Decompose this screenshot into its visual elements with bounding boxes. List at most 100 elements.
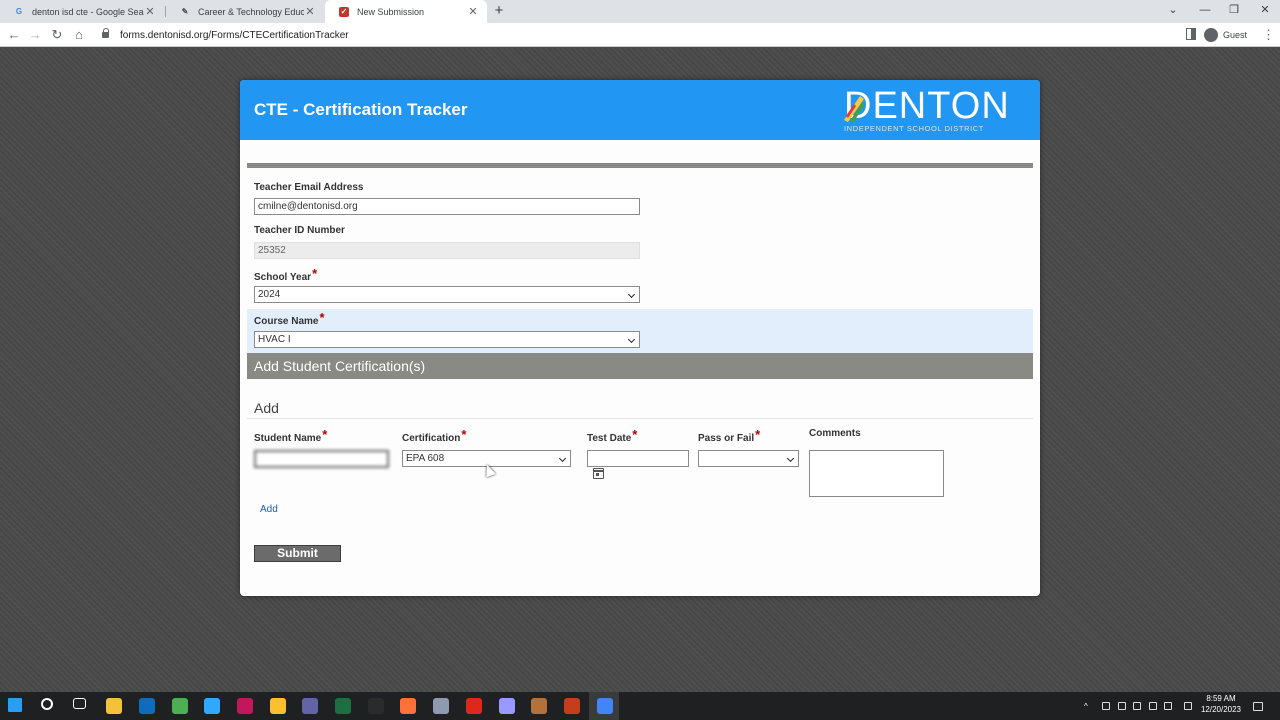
tab-new-submission[interactable]: ✓ New Submission ✕ <box>325 0 487 23</box>
teams-icon[interactable] <box>302 698 319 714</box>
chrome-icon[interactable] <box>171 698 188 714</box>
tab-google-search[interactable]: G denton isd cte - Google Search ✕ <box>0 0 164 23</box>
header-divider <box>247 163 1033 168</box>
profile-label: Guest <box>1223 30 1248 40</box>
school-year-select[interactable]: 2024 <box>254 286 640 303</box>
calendar-icon[interactable] <box>593 468 604 479</box>
tab-title: New Submission <box>357 6 425 17</box>
required-marker: * <box>755 427 761 442</box>
denton-isd-logo: DENTON INDEPENDENT SCHOOL DISTRICT <box>838 86 1013 134</box>
windows-taskbar <box>0 692 1280 720</box>
add-heading: Add <box>254 400 279 416</box>
required-marker: * <box>312 266 318 281</box>
select-value: 2024 <box>258 289 281 300</box>
powerpoint-icon[interactable] <box>563 698 580 714</box>
field-value: 25352 <box>258 245 286 256</box>
section-header: Add Student Certification(s) <box>247 353 1033 379</box>
search-icon[interactable] <box>40 698 53 710</box>
label-text: Teacher ID Number <box>254 225 345 236</box>
required-marker: * <box>632 427 638 442</box>
label-text: Student Name <box>254 433 322 444</box>
course-name-label: Course Name* <box>254 310 325 327</box>
task-view-icon[interactable] <box>73 698 87 709</box>
browser-tab-bar: G denton isd cte - Google Search ✕ ✎ Car… <box>0 0 1280 23</box>
submit-button[interactable]: Submit <box>254 545 341 562</box>
chrome-icon[interactable] <box>596 698 613 714</box>
field-value: cmilne@dentonisd.org <box>258 201 358 212</box>
pass-fail-select[interactable] <box>698 450 799 467</box>
test-date-label: Test Date* <box>587 427 638 444</box>
close-window-button[interactable]: ✕ <box>1250 0 1280 23</box>
clock[interactable]: 8:59 AM 12/20/2023 <box>1196 693 1246 715</box>
bridge-icon[interactable] <box>367 698 384 714</box>
label-text: Test Date <box>587 433 632 444</box>
tab-search-icon[interactable]: ⌄ <box>1158 0 1188 23</box>
menu-icon[interactable]: ⋮ <box>1262 26 1275 44</box>
label-text: School Year <box>254 272 312 283</box>
url-text: forms.dentonisd.org/Forms/CTECertificati… <box>120 29 349 41</box>
chrome-icon[interactable] <box>269 698 286 714</box>
app-icon[interactable] <box>236 698 253 714</box>
new-tab-button[interactable]: + <box>490 2 508 20</box>
close-tab-icon[interactable]: ✕ <box>304 5 316 18</box>
start-icon[interactable] <box>8 698 22 712</box>
excel-icon[interactable] <box>335 698 351 714</box>
google-icon: G <box>15 7 23 16</box>
select-value: HVAC I <box>258 334 291 345</box>
teacher-email-field[interactable]: cmilne@dentonisd.org <box>254 198 640 215</box>
comments-label: Comments <box>809 428 861 439</box>
comments-textarea[interactable] <box>809 450 944 497</box>
firefox-icon[interactable] <box>400 698 417 714</box>
teacher-id-label: Teacher ID Number <box>254 225 345 236</box>
tab-career-technology[interactable]: ✎ Career & Technology Education / ✕ <box>166 0 324 23</box>
volume-icon[interactable] <box>1164 702 1172 710</box>
forward-icon[interactable]: → <box>26 26 44 44</box>
course-name-select[interactable]: HVAC I <box>254 331 640 348</box>
avatar-icon <box>1204 28 1218 42</box>
premiere-icon[interactable] <box>498 698 515 714</box>
close-tab-icon[interactable]: ✕ <box>144 5 156 18</box>
app-icon[interactable] <box>531 698 548 714</box>
form-title: CTE - Certification Tracker <box>254 100 468 119</box>
select-value: EPA 608 <box>406 453 445 464</box>
label-text: Certification <box>402 433 461 444</box>
onedrive-icon[interactable] <box>1118 702 1126 710</box>
app-icon[interactable] <box>433 698 450 714</box>
label-text: Course Name <box>254 316 319 327</box>
profile-button[interactable]: Guest <box>1204 26 1247 44</box>
microphone-icon[interactable] <box>1133 702 1141 710</box>
url-field[interactable]: forms.dentonisd.org/Forms/CTECertificati… <box>96 25 1176 45</box>
required-marker: * <box>322 427 328 442</box>
clock-date: 12/20/2023 <box>1200 705 1242 714</box>
back-icon[interactable]: ← <box>5 26 23 44</box>
notifications-icon[interactable] <box>1253 702 1263 711</box>
photoshop-icon[interactable] <box>204 698 221 714</box>
network-icon[interactable] <box>1149 702 1157 710</box>
page-background: CTE - Certification Tracker DENTON INDEP… <box>0 48 1280 692</box>
certification-label: Certification* <box>402 427 466 444</box>
restore-button[interactable]: ❐ <box>1219 0 1249 23</box>
tab-title: Career & Technology Education / <box>198 6 304 17</box>
close-tab-icon[interactable]: ✕ <box>467 5 479 18</box>
home-icon[interactable]: ⌂ <box>70 26 88 44</box>
tray-chevron-icon[interactable]: ^ <box>1084 701 1088 712</box>
edit-icon: ✎ <box>181 7 189 16</box>
required-marker: * <box>319 310 325 325</box>
add-row-link[interactable]: Add <box>260 504 278 515</box>
minimize-button[interactable]: — <box>1190 0 1220 23</box>
student-name-field[interactable] <box>254 450 389 468</box>
lock-icon <box>102 28 110 39</box>
file-explorer-icon[interactable] <box>106 698 123 714</box>
pen-icon[interactable] <box>1184 702 1192 710</box>
reload-icon[interactable]: ↻ <box>48 26 66 44</box>
pass-fail-label: Pass or Fail* <box>698 427 761 444</box>
tray-app-icon[interactable] <box>1102 702 1110 710</box>
test-date-field[interactable] <box>587 450 689 467</box>
acrobat-icon[interactable] <box>465 698 482 714</box>
teacher-email-label: Teacher Email Address <box>254 182 364 193</box>
label-text: Teacher Email Address <box>254 182 364 193</box>
side-panel-icon[interactable] <box>1186 28 1196 40</box>
student-name-label: Student Name* <box>254 427 328 444</box>
clock-time: 8:59 AM <box>1206 694 1236 703</box>
outlook-icon[interactable] <box>138 698 155 714</box>
